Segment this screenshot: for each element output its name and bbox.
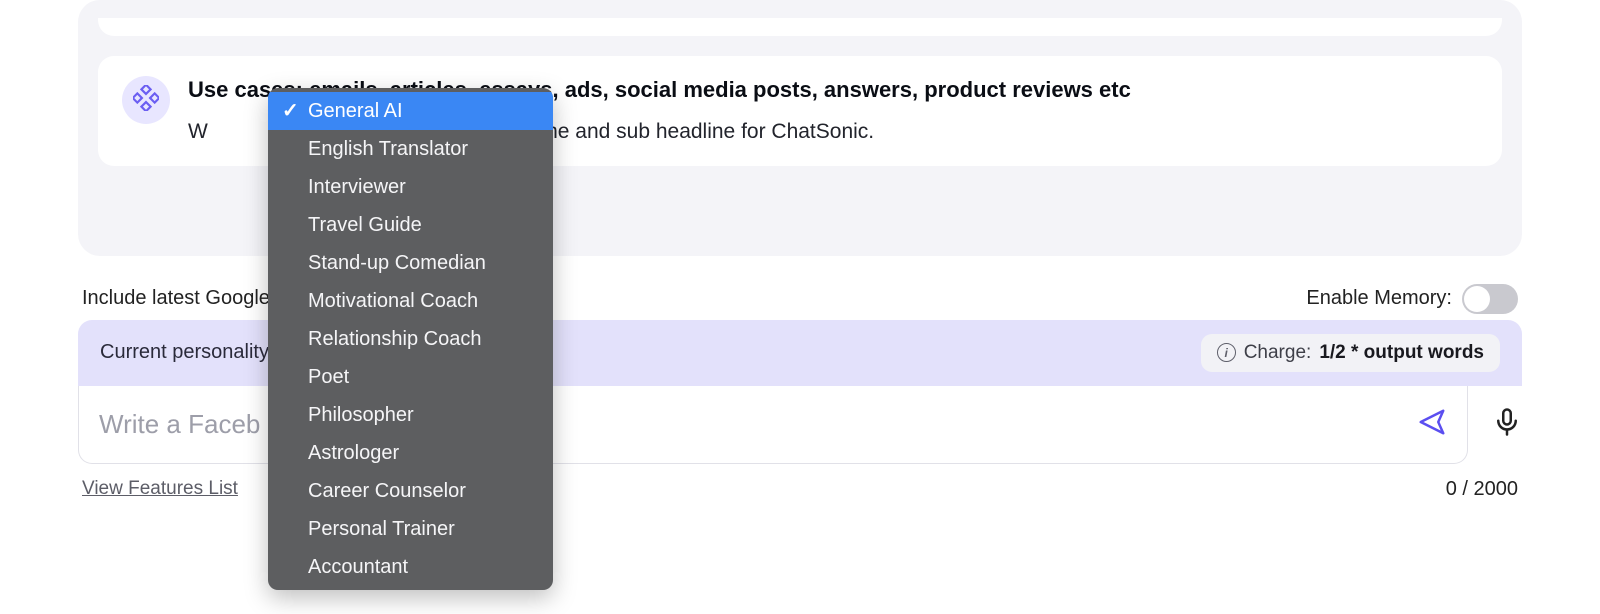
dropdown-item-poet[interactable]: Poet xyxy=(268,358,553,396)
dropdown-item-general-ai[interactable]: General AI xyxy=(268,92,553,130)
dropdown-item-travel-guide[interactable]: Travel Guide xyxy=(268,206,553,244)
dropdown-item-personal-trainer[interactable]: Personal Trainer xyxy=(268,510,553,548)
features-link[interactable]: View Features List xyxy=(82,478,238,500)
dropdown-item-motivational-coach[interactable]: Motivational Coach xyxy=(268,282,553,320)
dropdown-item-career-counselor[interactable]: Career Counselor xyxy=(268,472,553,510)
memory-toggle[interactable] xyxy=(1462,284,1518,314)
info-card-top-fragment xyxy=(98,18,1502,36)
charge-pill: i Charge: 1/2 * output words xyxy=(1201,334,1500,372)
google-data-label: Include latest Google xyxy=(82,287,270,310)
toggle-knob xyxy=(1464,286,1490,312)
dropdown-item-relationship-coach[interactable]: Relationship Coach xyxy=(268,320,553,358)
use-cases-icon-wrap xyxy=(122,76,170,124)
mic-icon[interactable] xyxy=(1492,407,1522,442)
dropdown-item-accountant[interactable]: Accountant xyxy=(268,548,553,586)
dropdown-item-english-translator[interactable]: English Translator xyxy=(268,130,553,168)
charge-label: Charge: xyxy=(1244,342,1312,364)
personality-label: Current personality: xyxy=(100,341,275,364)
dropdown-item-astrologer[interactable]: Astrologer xyxy=(268,434,553,472)
send-icon[interactable] xyxy=(1417,407,1447,442)
diamond-icon xyxy=(133,85,159,116)
char-count: 0 / 2000 xyxy=(1446,478,1518,501)
dropdown-item-philosopher[interactable]: Philosopher xyxy=(268,396,553,434)
charge-value: 1/2 * output words xyxy=(1319,342,1484,364)
memory-label: Enable Memory: xyxy=(1306,287,1452,310)
info-icon[interactable]: i xyxy=(1217,343,1236,362)
dropdown-item-stand-up-comedian[interactable]: Stand-up Comedian xyxy=(268,244,553,282)
personality-dropdown[interactable]: General AI English Translator Interviewe… xyxy=(268,88,553,590)
dropdown-item-interviewer[interactable]: Interviewer xyxy=(268,168,553,206)
